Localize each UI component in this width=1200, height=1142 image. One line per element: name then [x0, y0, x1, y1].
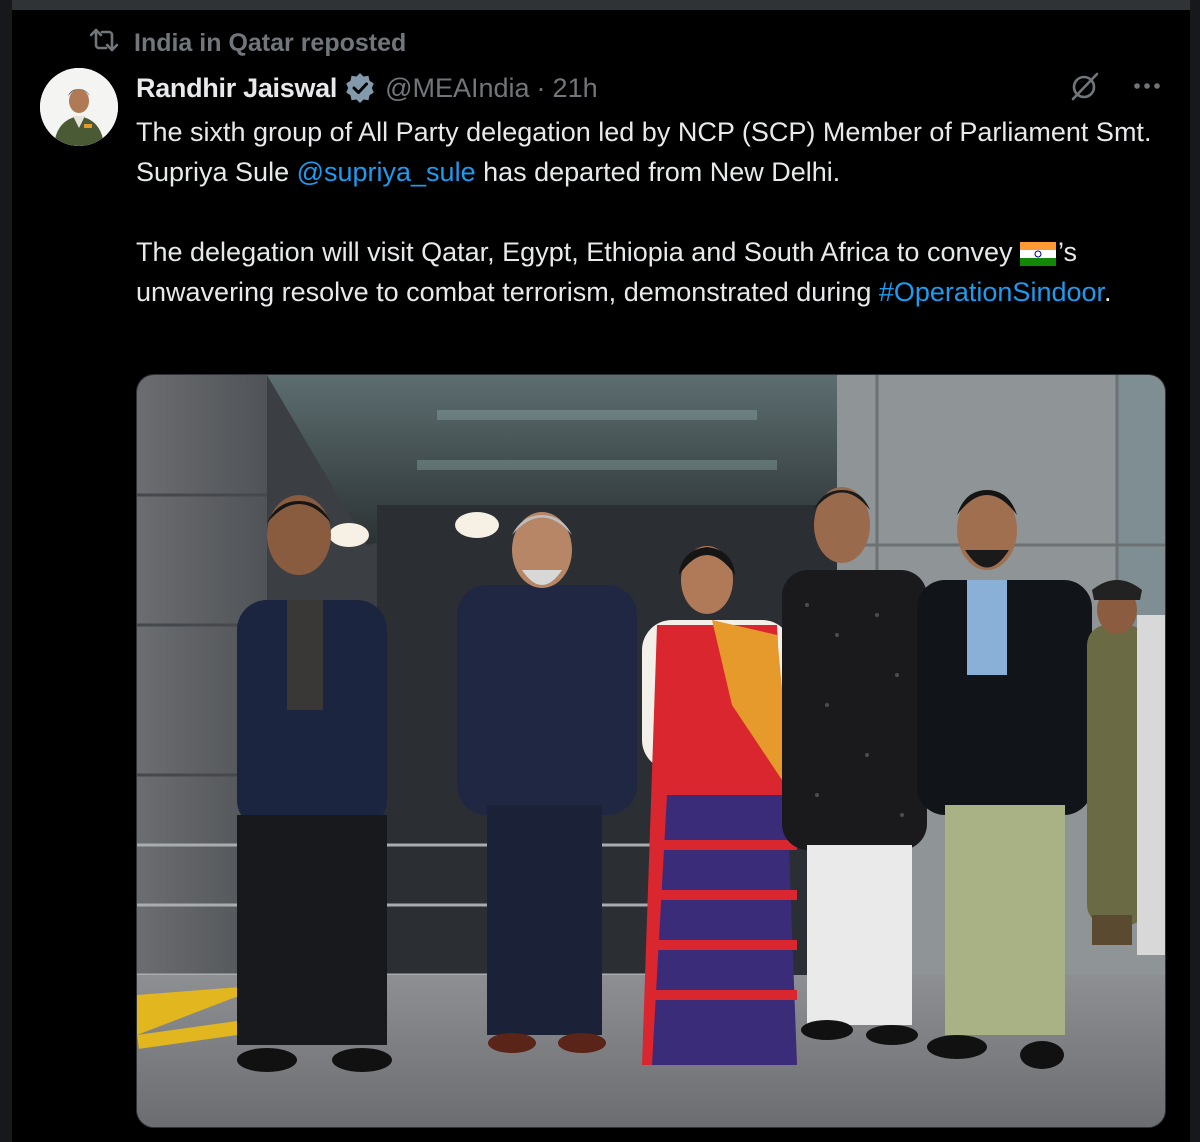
repost-indicator[interactable]: India in Qatar reposted [88, 28, 406, 58]
avatar[interactable] [40, 68, 118, 146]
author-name[interactable]: Randhir Jaiswal [136, 73, 337, 104]
post-time[interactable]: 21h [553, 73, 598, 104]
window-top-edge [0, 0, 1200, 10]
verified-badge-icon [345, 73, 375, 103]
grok-icon[interactable] [1068, 69, 1102, 108]
tweet-photo[interactable] [136, 374, 1166, 1128]
tweet-paragraph-1: The sixth group of All Party delegation … [136, 112, 1166, 192]
timeline-left-edge [0, 0, 12, 1142]
more-icon[interactable] [1130, 69, 1164, 108]
mention-link[interactable]: @supriya_sule [297, 157, 476, 187]
repost-icon [88, 26, 120, 61]
tweet-text-segment: The delegation will visit Qatar, Egypt, … [136, 237, 1020, 267]
hashtag-link[interactable]: #OperationSindoor [879, 277, 1104, 307]
tweet-text-segment: . [1104, 277, 1112, 307]
tweet-text-segment: has departed from New Delhi. [475, 157, 841, 187]
repost-label: India in Qatar reposted [134, 28, 407, 57]
timeline-right-edge [1190, 0, 1200, 1142]
author-handle[interactable]: @MEAIndia [385, 73, 529, 104]
tweet-header: Randhir Jaiswal @MEAIndia · 21h [136, 68, 598, 108]
header-separator: · [536, 72, 546, 103]
tweet-actions [1068, 68, 1164, 108]
tweet-text: The sixth group of All Party delegation … [136, 112, 1166, 312]
tweet-paragraph-2: The delegation will visit Qatar, Egypt, … [136, 232, 1166, 312]
india-flag-icon [1020, 237, 1056, 266]
